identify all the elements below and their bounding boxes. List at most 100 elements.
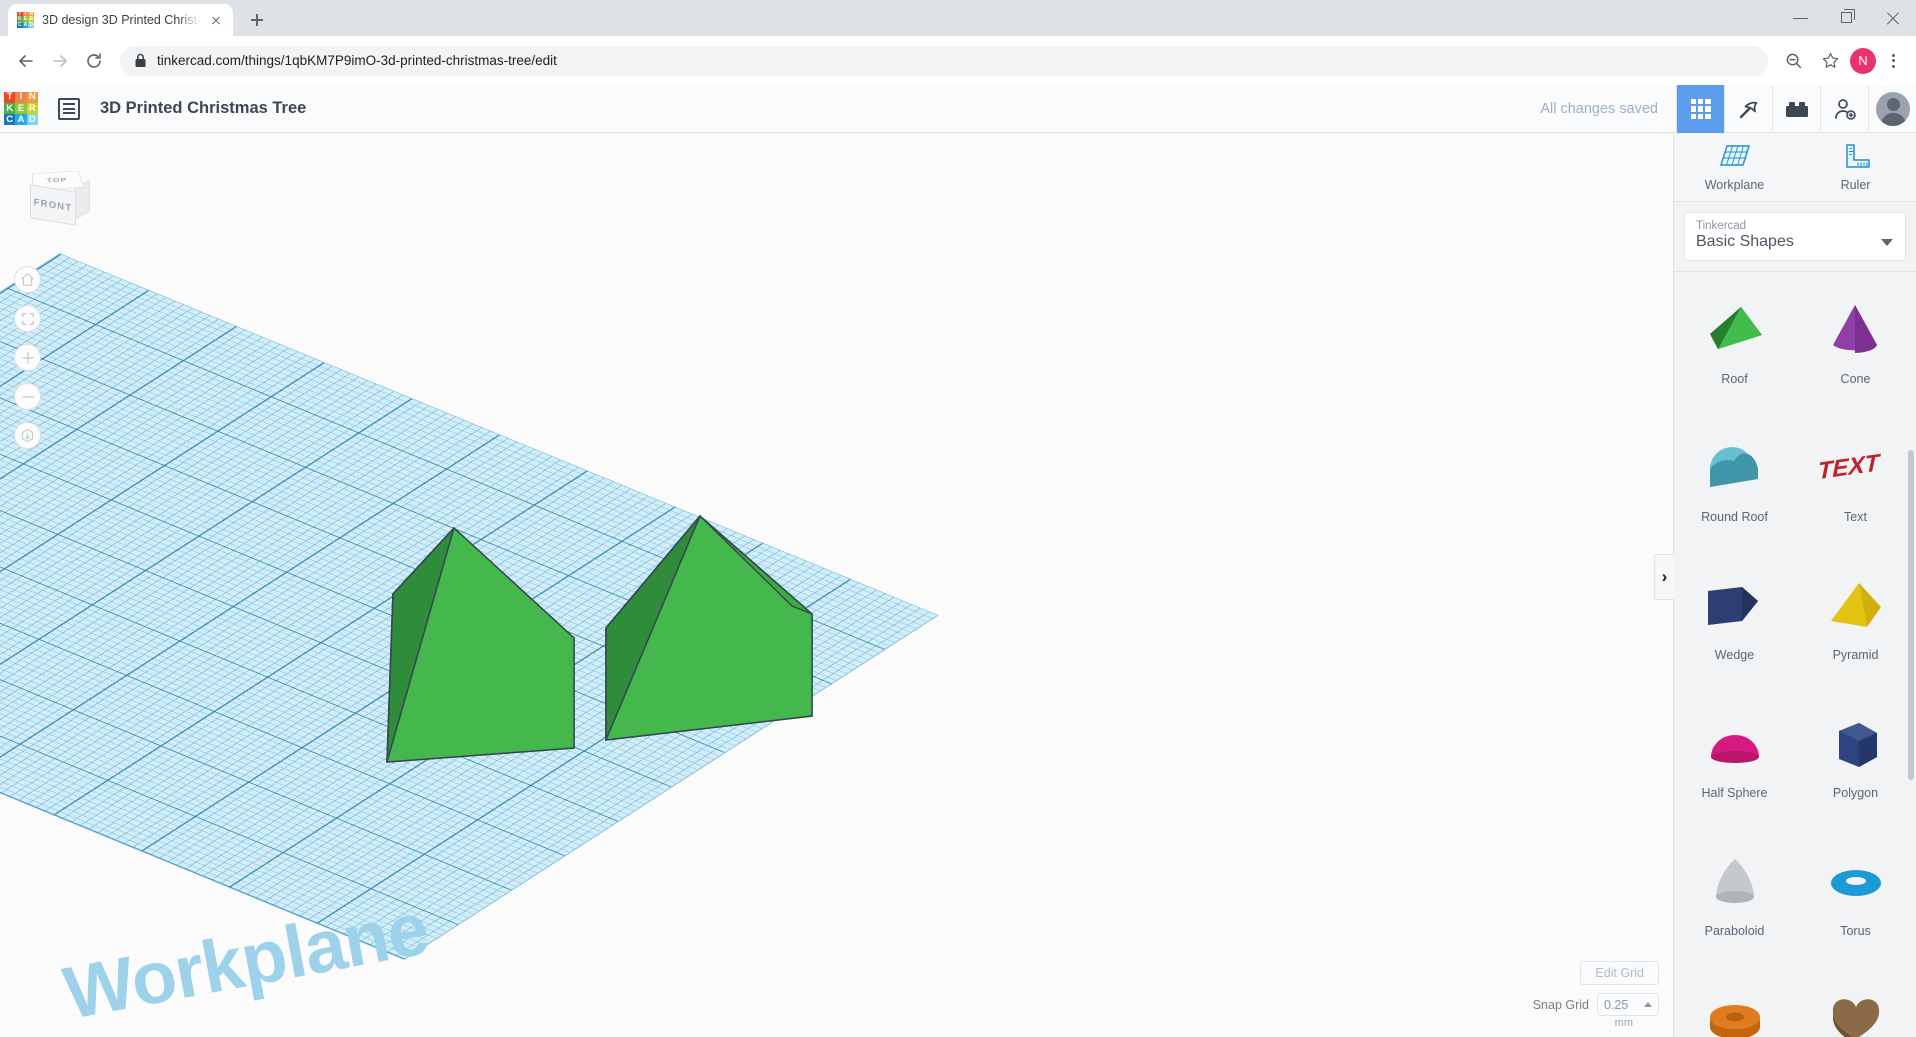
roof-shape-left[interactable]: [378, 522, 608, 772]
shapes-scroll-area[interactable]: Roof Cone Round Roof TEXT Text Wedge Pyr…: [1674, 271, 1916, 1037]
shape-item-pyramid[interactable]: Pyramid: [1795, 554, 1916, 692]
panel-collapse-button[interactable]: ›: [1654, 554, 1674, 600]
workplane-tool[interactable]: Workplane: [1674, 134, 1795, 201]
torus-shape-icon: [1821, 844, 1891, 922]
browser-tab[interactable]: TIN KER CAD 3D design 3D Printed Christm…: [8, 4, 233, 36]
snap-grid-select[interactable]: 0.25: [1597, 993, 1659, 1016]
bookmark-star-icon[interactable]: [1814, 45, 1846, 77]
header-right-cluster: All changes saved: [1540, 85, 1916, 133]
shape-item-cone[interactable]: Cone: [1795, 278, 1916, 416]
shape-item-half-sphere[interactable]: Half Sphere: [1674, 692, 1795, 830]
caret-up-icon: [1644, 1002, 1652, 1007]
view-cube-front-face[interactable]: FRONT: [30, 184, 76, 226]
edit-grid-button[interactable]: Edit Grid: [1580, 961, 1659, 985]
user-avatar[interactable]: [1868, 85, 1916, 133]
ortho-perspective-button[interactable]: [14, 422, 41, 449]
reload-button[interactable]: [78, 45, 110, 77]
wedge-shape-icon: [1700, 568, 1770, 646]
tab-close-icon[interactable]: [208, 12, 224, 28]
snap-grid-value: 0.25: [1604, 997, 1629, 1012]
shape-label: Text: [1844, 510, 1867, 524]
shape-label: Wedge: [1714, 648, 1755, 662]
shape-item-polygon[interactable]: Polygon: [1795, 692, 1916, 830]
shape-item-roof[interactable]: Roof: [1674, 278, 1795, 416]
workplane-tool-label: Workplane: [1704, 178, 1765, 192]
browser-profile-avatar[interactable]: N: [1850, 47, 1876, 74]
shape-label: Torus: [1840, 924, 1871, 938]
roof-shape-right[interactable]: [597, 510, 837, 760]
shape-label: Polygon: [1832, 786, 1879, 800]
tube-shape-icon: [1700, 982, 1770, 1037]
shape-label: Pyramid: [1832, 648, 1879, 662]
project-list-icon[interactable]: [58, 97, 80, 120]
ruler-tool[interactable]: Ruler: [1795, 134, 1916, 201]
shape-item-wedge[interactable]: Wedge: [1674, 554, 1795, 692]
brick-icon[interactable]: [1772, 85, 1820, 133]
half-sphere-shape-icon: [1700, 706, 1770, 784]
window-close-button[interactable]: [1870, 0, 1916, 36]
shape-item-heart[interactable]: Heart: [1795, 968, 1916, 1037]
browser-tab-title: 3D design 3D Printed Christmas Tree: [42, 13, 200, 27]
save-status: All changes saved: [1540, 101, 1658, 117]
browser-menu-button[interactable]: [1880, 47, 1906, 75]
design-title[interactable]: 3D Printed Christmas Tree: [100, 99, 306, 118]
snap-grid-unit: mm: [1614, 1017, 1633, 1029]
shapes-grid: Roof Cone Round Roof TEXT Text Wedge Pyr…: [1674, 272, 1916, 1037]
svg-text:TEXT: TEXT: [1819, 450, 1882, 486]
forward-button[interactable]: [44, 45, 76, 77]
zoom-out-button[interactable]: [14, 383, 41, 410]
text-shape-icon: TEXT: [1819, 430, 1893, 508]
fit-to-view-button[interactable]: [14, 305, 41, 332]
pickaxe-icon[interactable]: [1724, 85, 1772, 133]
url-text: tinkercad.com/things/1qbKM7P9imO-3d-prin…: [157, 53, 557, 68]
pyramid-shape-icon: [1821, 568, 1891, 646]
snap-grid-label: Snap Grid: [1532, 997, 1589, 1012]
ruler-tool-label: Ruler: [1840, 178, 1871, 192]
zoom-out-page-icon[interactable]: [1778, 45, 1810, 77]
chevron-down-icon: [1881, 239, 1893, 246]
new-tab-button[interactable]: [243, 6, 271, 34]
panel-tools-row: Workplane Ruler: [1674, 134, 1916, 202]
home-view-button[interactable]: [14, 266, 41, 293]
tinkercad-logo[interactable]: TIN KER CAD: [4, 91, 38, 126]
shape-label: Paraboloid: [1704, 924, 1765, 938]
shape-item-round-roof[interactable]: Round Roof: [1674, 416, 1795, 554]
tinkercad-header: TIN KER CAD 3D Printed Christmas Tree Al…: [0, 85, 1916, 133]
shape-library-select[interactable]: Tinkercad Basic Shapes: [1684, 212, 1906, 261]
shape-item-paraboloid[interactable]: Paraboloid: [1674, 830, 1795, 968]
blocks-grid-icon[interactable]: [1676, 85, 1724, 133]
shape-library-category: Tinkercad: [1696, 220, 1747, 232]
add-person-icon[interactable]: [1820, 85, 1868, 133]
window-minimize-button[interactable]: [1778, 0, 1824, 36]
back-button[interactable]: [10, 45, 42, 77]
window-controls: [1778, 0, 1916, 36]
shape-library-name: Basic Shapes: [1696, 233, 1794, 250]
3d-viewport[interactable]: Workplane TOP FRONT Edit Grid Snap Grid …: [0, 134, 1673, 1037]
shapes-panel: › Workplane Ruler Tinkercad Basic Shapes…: [1654, 134, 1916, 1037]
panel-scrollbar[interactable]: [1908, 450, 1914, 780]
shape-item-text[interactable]: TEXT Text: [1795, 416, 1916, 554]
workplane-icon: [1719, 145, 1750, 166]
shape-item-tube[interactable]: Tube: [1674, 968, 1795, 1037]
browser-omnibox-bar: tinkercad.com/things/1qbKM7P9imO-3d-prin…: [0, 36, 1916, 85]
polygon-shape-icon: [1821, 706, 1891, 784]
lock-icon: [135, 53, 146, 67]
zoom-in-button[interactable]: [14, 344, 41, 371]
roof-shape-icon: [1700, 292, 1770, 370]
snap-grid-row: Snap Grid 0.25: [1533, 993, 1659, 1016]
view-cube[interactable]: TOP FRONT: [22, 162, 92, 232]
paraboloid-shape-icon: [1700, 844, 1770, 922]
window-maximize-button[interactable]: [1824, 0, 1870, 36]
browser-tab-strip: TIN KER CAD 3D design 3D Printed Christm…: [0, 0, 1916, 36]
grid-controls: Edit Grid Snap Grid 0.25 mm: [1533, 961, 1659, 1029]
heart-shape-icon: [1821, 982, 1891, 1037]
ruler-icon: [1845, 144, 1870, 168]
url-bar[interactable]: tinkercad.com/things/1qbKM7P9imO-3d-prin…: [120, 45, 1768, 76]
shape-label: Half Sphere: [1701, 786, 1768, 800]
shape-item-torus[interactable]: Torus: [1795, 830, 1916, 968]
round-roof-shape-icon: [1700, 430, 1770, 508]
workplane-container: Workplane: [0, 134, 1673, 1037]
cone-shape-icon: [1821, 292, 1891, 370]
viewport-nav-controls: [14, 266, 41, 449]
shape-label: Round Roof: [1701, 510, 1768, 524]
